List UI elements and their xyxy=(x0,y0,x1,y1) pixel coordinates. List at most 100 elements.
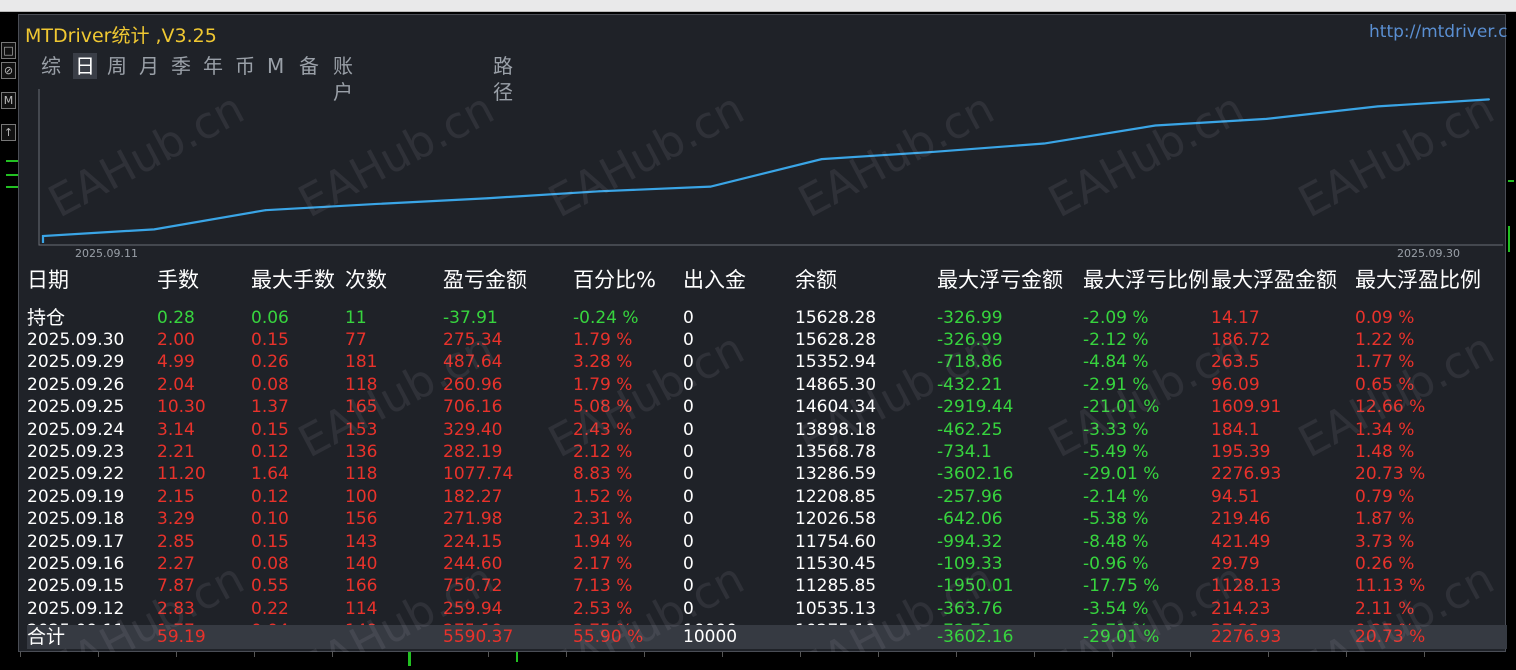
row-cell-2: 0.10 xyxy=(251,509,289,530)
equity-point-2025.09.11 xyxy=(42,234,44,237)
row-cell-11: 2.11 % xyxy=(1355,598,1415,619)
row-cell-9: -2.12 % xyxy=(1083,330,1149,350)
website-link[interactable]: http://mtdriver.cn xyxy=(1369,22,1509,42)
row-cell-5: 7.13 % xyxy=(573,576,633,597)
row-cell-2: 0.15 xyxy=(251,330,289,350)
row-cell-10: 263.5 xyxy=(1211,352,1260,373)
equity-point-2025.09.19 xyxy=(709,185,712,188)
table-row[interactable]: 2025.09.24 3.14 0.15 153 329.40 2.43 % 0 13898.… xyxy=(27,419,1507,441)
row-cell-3: 100 xyxy=(345,486,378,507)
row-cell-3: 181 xyxy=(345,352,378,373)
table-row[interactable]: 2025.09.26 2.04 0.08 118 260.96 1.79 % 0 14865.… xyxy=(27,374,1507,396)
equity-point-2025.09.15 xyxy=(264,209,267,212)
row-cell-9: -8.48 % xyxy=(1083,531,1149,552)
row-cell-4: 275.34 xyxy=(443,330,503,350)
time-axis-tick xyxy=(722,652,723,657)
chart-axis-frame xyxy=(38,89,1503,246)
row-cell-8: -257.96 xyxy=(937,486,1003,507)
row-cell-9: -5.49 % xyxy=(1083,442,1149,462)
table-row[interactable]: 2025.09.29 4.99 0.26 181 487.64 3.28 % 0 15352.… xyxy=(27,351,1507,373)
row-cell-6: 0 xyxy=(683,554,694,574)
time-axis-tick xyxy=(1424,652,1425,657)
tab-0[interactable]: 综 xyxy=(41,53,61,79)
row-cell-1: 2.21 xyxy=(157,442,195,462)
tab-6[interactable]: 币 xyxy=(235,53,255,79)
table-row[interactable]: 2025.09.25 10.30 1.37 165 706.16 5.08 % 0 14604… xyxy=(27,396,1507,418)
row-cell-1: 3.14 xyxy=(157,419,195,440)
table-row[interactable]: 2025.09.19 2.15 0.12 100 182.27 1.52 % 0 12208.… xyxy=(27,486,1507,508)
total-label: 合计 xyxy=(27,626,66,648)
row-cell-10: 94.51 xyxy=(1211,486,1260,507)
tab-3[interactable]: 月 xyxy=(139,53,159,79)
time-axis-tick xyxy=(644,652,645,657)
tab-7[interactable]: M xyxy=(267,53,284,79)
m-icon[interactable]: M xyxy=(1,92,16,109)
row-cell-5: 1.52 % xyxy=(573,486,633,507)
row-cell-2: 0.26 xyxy=(251,352,289,373)
position-cell-11: 0.09 % xyxy=(1355,308,1415,328)
row-cell-5: 2.17 % xyxy=(573,554,633,574)
time-axis-tick xyxy=(878,652,879,657)
row-cell-4: 244.60 xyxy=(443,554,503,574)
time-axis-tick xyxy=(956,652,957,657)
total-cell-10: 2276.93 xyxy=(1211,627,1282,647)
row-cell-9: -0.96 % xyxy=(1083,554,1149,574)
time-axis-tick xyxy=(1034,652,1035,657)
tab-1[interactable]: 日 xyxy=(73,53,97,79)
row-cell-3: 114 xyxy=(345,598,378,619)
equity-point-2025.09.12 xyxy=(153,228,156,231)
total-cell-6: 10000 xyxy=(683,627,738,647)
row-cell-6: 0 xyxy=(683,352,694,373)
row-cell-6: 0 xyxy=(683,576,694,597)
row-cell-3: 153 xyxy=(345,419,378,440)
time-axis-tick xyxy=(800,652,801,657)
row-cell-8: -363.76 xyxy=(937,598,1003,619)
time-axis-tick xyxy=(332,652,333,657)
table-row[interactable]: 2025.09.12 2.83 0.22 114 259.94 2.53 % 0 10535.… xyxy=(27,598,1507,620)
equity-point-2025.09.22 xyxy=(820,158,823,161)
equity-point-2025.09.16 xyxy=(375,202,378,205)
table-row[interactable]: 2025.09.15 7.87 0.55 166 750.72 7.13 % 0 11285.… xyxy=(27,575,1507,597)
table-row[interactable]: 2025.09.22 11.20 1.64 118 1077.74 8.83 % 0 1328… xyxy=(27,463,1507,485)
row-cell-1: 10.30 xyxy=(157,397,206,418)
chart-icon[interactable]: □ xyxy=(1,42,16,59)
tab-5[interactable]: 年 xyxy=(203,53,223,79)
row-cell-11: 20.73 % xyxy=(1355,464,1426,485)
time-axis-tick xyxy=(566,652,567,657)
row-cell-9: -29.01 % xyxy=(1083,464,1160,485)
equity-point-2025.09.23 xyxy=(931,150,934,153)
period-icon[interactable]: ↑ xyxy=(1,124,16,141)
row-cell-7: 12026.58 xyxy=(795,509,877,530)
tab-4[interactable]: 季 xyxy=(171,53,191,79)
row-date: 2025.09.17 xyxy=(27,531,125,552)
row-cell-8: -734.1 xyxy=(937,442,992,462)
row-cell-3: 136 xyxy=(345,442,378,462)
row-cell-8: -432.21 xyxy=(937,374,1003,395)
row-cell-4: 706.16 xyxy=(443,397,503,418)
tab-2[interactable]: 周 xyxy=(107,53,127,79)
table-row[interactable]: 2025.09.17 2.85 0.15 143 224.15 1.94 % 0 11754.… xyxy=(27,531,1507,553)
row-cell-10: 2276.93 xyxy=(1211,464,1282,485)
row-cell-11: 3.73 % xyxy=(1355,531,1415,552)
tab-8[interactable]: 备 xyxy=(299,53,319,79)
position-row: 持仓 0.28 0.06 11 -37.91 -0.24 % 0 15628.28 -326.9… xyxy=(27,307,1507,329)
table-row[interactable]: 2025.09.16 2.27 0.08 140 244.60 2.17 % 0 11530.… xyxy=(27,553,1507,575)
table-row[interactable]: 2025.09.23 2.21 0.12 136 282.19 2.12 % 0 13568.… xyxy=(27,441,1507,463)
row-cell-3: 165 xyxy=(345,397,378,418)
row-cell-4: 329.40 xyxy=(443,419,503,440)
row-cell-10: 195.39 xyxy=(1211,442,1271,462)
row-cell-6: 0 xyxy=(683,419,694,440)
table-row[interactable]: 2025.09.18 3.29 0.10 156 271.98 2.31 % 0 12026.… xyxy=(27,508,1507,530)
table-row[interactable]: 2025.09.30 2.00 0.15 77 275.34 1.79 % 0 15628.2… xyxy=(27,329,1507,351)
row-cell-1: 2.04 xyxy=(157,374,195,395)
row-cell-10: 219.46 xyxy=(1211,509,1271,530)
time-axis-tick xyxy=(20,652,21,657)
row-date: 2025.09.26 xyxy=(27,374,125,395)
row-cell-2: 0.15 xyxy=(251,531,289,552)
equity-point-2025.09.18 xyxy=(598,190,601,193)
row-cell-6: 0 xyxy=(683,442,694,462)
row-cell-5: 5.08 % xyxy=(573,397,633,418)
row-cell-11: 1.48 % xyxy=(1355,442,1415,462)
crosshair-icon[interactable]: ⊘ xyxy=(1,62,16,79)
row-date: 2025.09.24 xyxy=(27,419,125,440)
